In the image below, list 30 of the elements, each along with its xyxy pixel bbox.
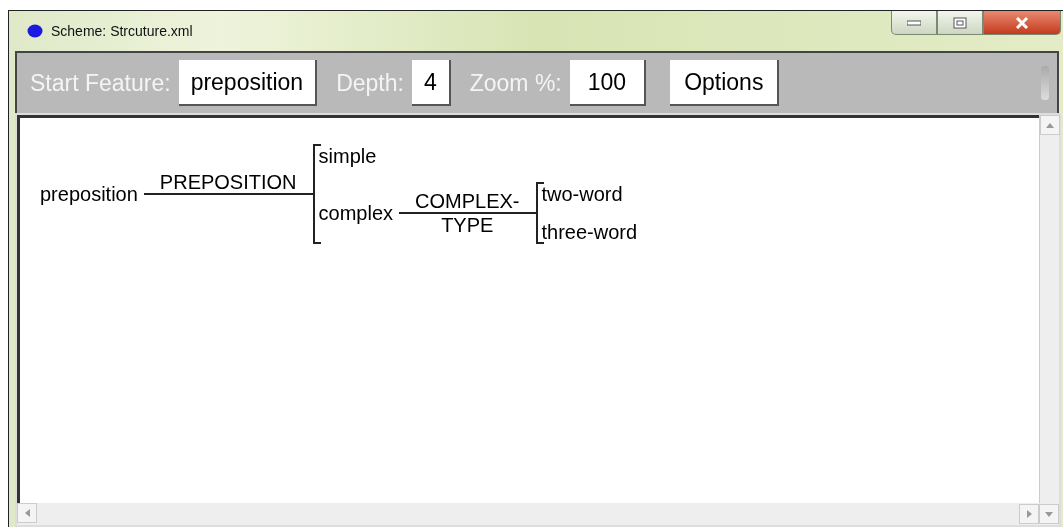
toolbar-grip[interactable] xyxy=(1041,66,1049,100)
tree-node-label: three-word xyxy=(540,220,639,244)
app-icon xyxy=(27,24,43,38)
feature-label: PREPOSITION xyxy=(158,171,298,193)
tree-node-label: preposition xyxy=(39,182,139,206)
tree-node-label: simple xyxy=(317,144,378,168)
horizontal-scrollbar[interactable] xyxy=(17,503,1059,525)
options-button[interactable]: Options xyxy=(670,60,780,106)
field-label: Start Feature: xyxy=(29,69,172,97)
feature-label: COMPLEX- xyxy=(414,190,521,212)
scroll-up-icon[interactable] xyxy=(1040,115,1060,135)
maximize-button[interactable] xyxy=(937,11,983,35)
minimize-icon xyxy=(907,19,921,26)
field-label: Depth: xyxy=(335,69,405,97)
scroll-down-icon[interactable] xyxy=(1039,504,1059,524)
scroll-right-icon[interactable] xyxy=(1019,504,1039,524)
zoom-field[interactable]: 100 xyxy=(569,60,647,106)
tree-node-label: complex xyxy=(317,201,395,225)
scroll-left-icon[interactable] xyxy=(17,503,37,523)
restore-icon xyxy=(953,16,967,29)
field-label: Zoom %: xyxy=(468,69,563,97)
tree-node-label: two-word xyxy=(540,182,624,206)
close-button[interactable] xyxy=(983,11,1061,35)
feature-label: TYPE xyxy=(440,214,495,236)
start-feature-field[interactable]: preposition xyxy=(178,60,318,106)
window-title: Scheme: Strcuture.xml xyxy=(51,23,193,39)
close-icon xyxy=(1015,16,1029,29)
vertical-scrollbar[interactable] xyxy=(1039,115,1059,503)
minimize-button[interactable] xyxy=(891,11,937,35)
depth-field[interactable]: 4 xyxy=(411,60,451,106)
